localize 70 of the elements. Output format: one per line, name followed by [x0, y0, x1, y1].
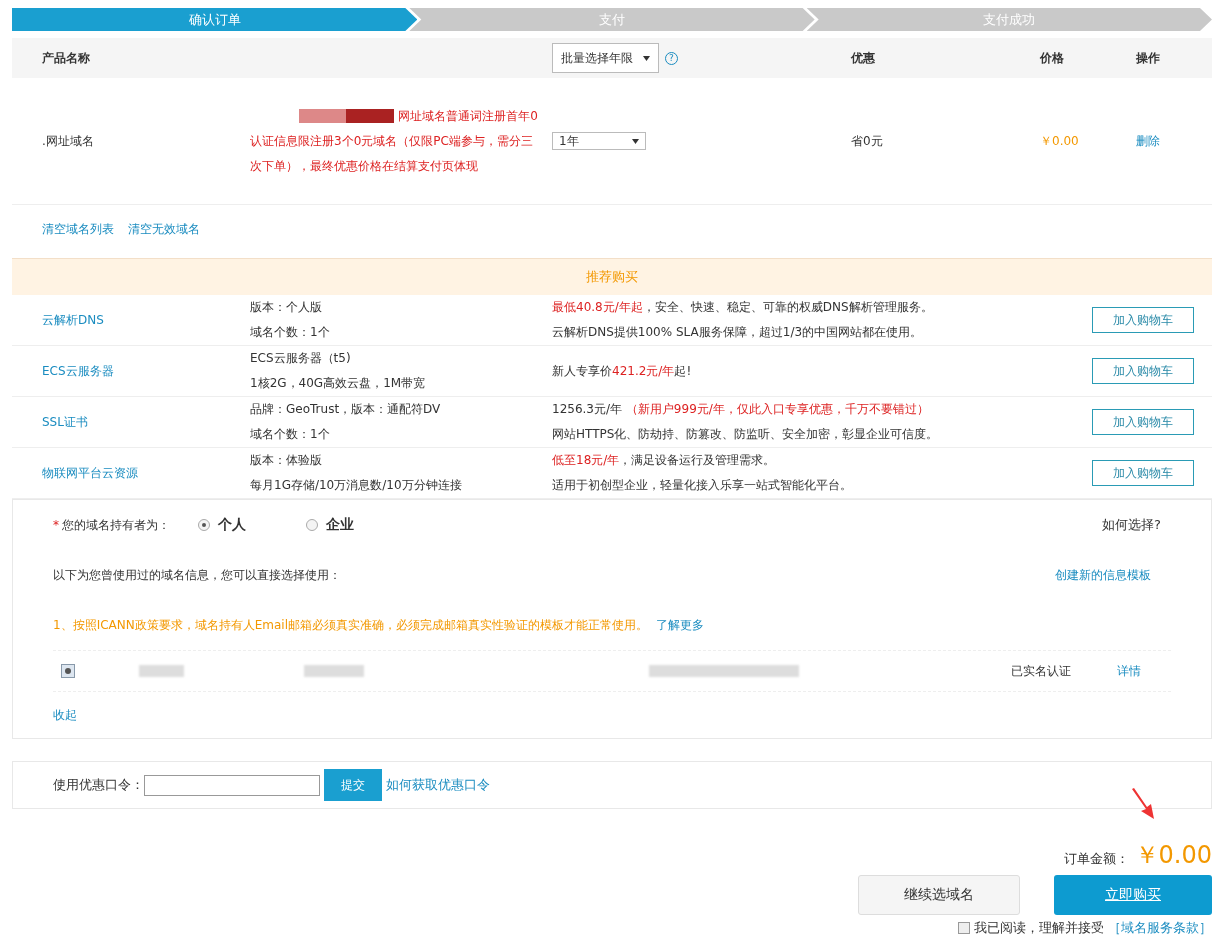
- learn-more-link[interactable]: 了解更多: [656, 616, 704, 634]
- product-link[interactable]: ECS云服务器: [42, 362, 114, 380]
- spec-text: 版本：体验版: [250, 452, 323, 469]
- holder-radio[interactable]: 个人: [198, 516, 278, 534]
- redacted-block: [304, 665, 364, 677]
- add-to-cart-button[interactable]: 加入购物车: [1092, 409, 1194, 435]
- promo-text: 网址域名普通词注册首年0: [398, 107, 538, 125]
- column-header: 产品名称: [42, 49, 90, 67]
- holder-label: 您的域名持有者为：: [62, 516, 170, 534]
- caret-icon: [632, 138, 639, 144]
- product-name: .网址域名: [42, 132, 94, 150]
- column-header: 优惠: [851, 49, 875, 67]
- required-mark: *: [53, 518, 59, 532]
- continue-button[interactable]: 继续选域名: [858, 875, 1020, 915]
- column-header: 价格: [1040, 50, 1064, 65]
- collapse-link[interactable]: 收起: [53, 706, 77, 724]
- notice-text: 1、按照ICANN政策要求，域名持有人Email邮箱必须真实准确，必须完成邮箱真实性验证的模板才能正常使用。: [53, 616, 648, 634]
- product-link[interactable]: 物联网平台云资源: [42, 464, 138, 482]
- total-label: 订单金额：: [1063, 850, 1129, 868]
- list-link[interactable]: 清空域名列表: [42, 221, 114, 238]
- caret-icon: [643, 55, 650, 61]
- add-to-cart-button[interactable]: 加入购物车: [1092, 460, 1194, 486]
- redacted-block: [139, 665, 184, 677]
- buy-button[interactable]: 立即购买: [1054, 875, 1212, 915]
- description-text: 低至18元/年，满足设备运行及管理需求。: [552, 452, 777, 469]
- help-text: 如何选择?: [1102, 516, 1161, 534]
- radio-icon[interactable]: [306, 519, 318, 531]
- description-text: 新人专享价421.2元/年起!: [552, 362, 693, 380]
- spec-text: 品牌：GeoTrust，版本：通配符DV: [250, 401, 442, 418]
- product-link[interactable]: 云解析DNS: [42, 311, 104, 329]
- submit-button[interactable]: 提交: [324, 769, 382, 801]
- spec-text: 域名个数：1个: [250, 324, 331, 341]
- period-select[interactable]: 1年: [552, 132, 646, 150]
- template-radio[interactable]: [61, 664, 75, 678]
- spec-text: ECS云服务器（t5): [250, 350, 352, 367]
- description-text: 1256.3元/年 （新用户999元/年，仅此入口专享优惠，千万不要错过）: [552, 401, 930, 418]
- coupon-label: 使用优惠口令：: [53, 776, 144, 794]
- radio-icon[interactable]: [198, 519, 210, 531]
- period-select[interactable]: 批量选择年限: [552, 43, 659, 73]
- arrow-icon: [1130, 787, 1156, 821]
- list-link[interactable]: 清空无效域名: [128, 221, 200, 238]
- promo-text: 认证信息限注册3个0元域名（仅限PC端参与，需分三次下单），最终优惠价格在结算支付页体现: [250, 132, 534, 175]
- progress-step: 确认订单: [12, 8, 418, 31]
- description-text: 最低40.8元/年起，安全、快速、稳定、可靠的权威DNS解析管理服务。: [552, 299, 934, 316]
- create-template-link[interactable]: 创建新的信息模板: [1055, 566, 1151, 584]
- delete-link[interactable]: 删除: [1136, 133, 1160, 148]
- add-to-cart-button[interactable]: 加入购物车: [1092, 307, 1194, 333]
- detail-link[interactable]: 详情: [1117, 662, 1141, 680]
- spec-text: 版本：个人版: [250, 299, 323, 316]
- price-text: ￥0.00: [1040, 133, 1079, 148]
- coupon-help-link[interactable]: 如何获取优惠口令: [386, 776, 490, 794]
- terms-link[interactable]: ［域名服务条款］: [1108, 919, 1212, 937]
- description-text: 网站HTTPS化、防劫持、防篡改、防监听、安全加密，彰显企业可信度。: [552, 426, 940, 443]
- product-link[interactable]: SSL证书: [42, 413, 88, 431]
- spec-text: 每月1G存储/10万消息数/10万分钟连接: [250, 477, 463, 494]
- column-header: 操作: [1136, 50, 1160, 65]
- discount-text: 省0元: [851, 133, 883, 148]
- agree-checkbox[interactable]: [958, 922, 970, 934]
- recommend-header: 推荐购买: [12, 258, 1212, 295]
- total-amount: ￥0.00: [1134, 840, 1212, 871]
- coupon-input[interactable]: [144, 774, 320, 796]
- holder-radio[interactable]: 企业: [306, 516, 386, 534]
- spec-text: 域名个数：1个: [250, 426, 331, 443]
- description-text: 云解析DNS提供100% SLA服务保障，超过1/3的中国网站都在使用。: [552, 324, 924, 341]
- spec-text: 1核2G，40G高效云盘，1M带宽: [250, 375, 427, 392]
- agree-text: 我已阅读，理解并接受: [974, 919, 1104, 937]
- intro-text: 以下为您曾使用过的域名信息，您可以直接选择使用：: [53, 566, 341, 584]
- status-text: 已实名认证: [1011, 662, 1071, 680]
- add-to-cart-button[interactable]: 加入购物车: [1092, 358, 1194, 384]
- description-text: 适用于初创型企业，轻量化接入乐享一站式智能化平台。: [552, 477, 853, 494]
